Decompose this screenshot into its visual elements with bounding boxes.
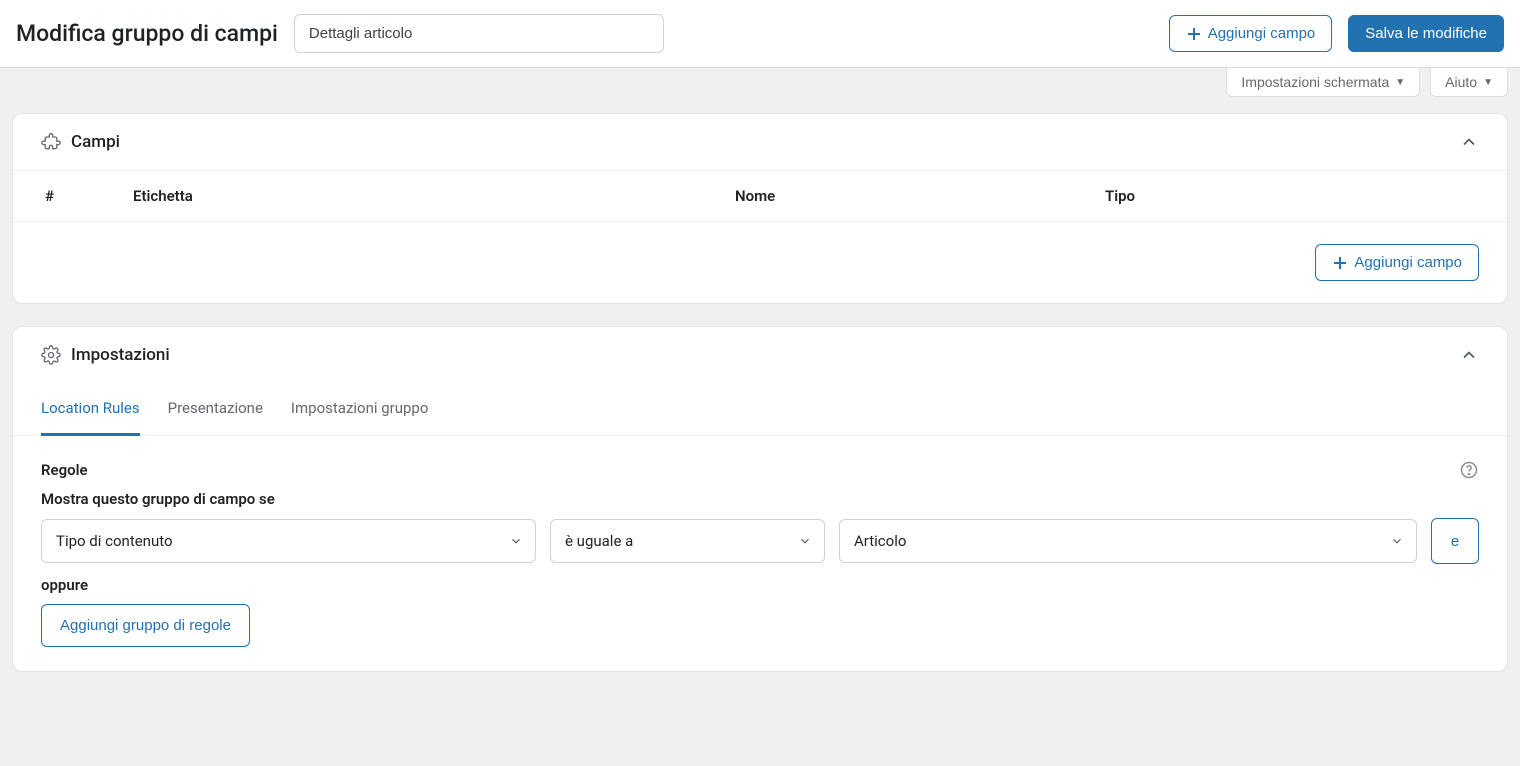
top-bar: Modifica gruppo di campi Aggiungi campo … bbox=[0, 0, 1520, 68]
chevron-down-icon bbox=[509, 534, 523, 548]
add-and-rule-button[interactable]: e bbox=[1431, 518, 1479, 564]
add-field-button-top[interactable]: Aggiungi campo bbox=[1169, 15, 1333, 52]
tab-location-rules[interactable]: Location Rules bbox=[41, 383, 140, 436]
rule-operator-select[interactable]: è uguale a bbox=[550, 519, 825, 563]
chevron-down-icon bbox=[798, 534, 812, 548]
gear-icon bbox=[41, 345, 61, 365]
rule-value-select[interactable]: Articolo bbox=[839, 519, 1417, 563]
settings-panel: Impostazioni Location Rules Presentazion… bbox=[12, 326, 1508, 672]
save-button[interactable]: Salva le modifiche bbox=[1348, 15, 1504, 52]
location-rule-row: Tipo di contenuto è uguale a Articolo e bbox=[41, 518, 1479, 564]
column-name: Nome bbox=[735, 187, 1105, 205]
tab-presentation[interactable]: Presentazione bbox=[168, 383, 263, 436]
help-icon[interactable] bbox=[1459, 460, 1479, 480]
rules-heading: Regole bbox=[41, 461, 88, 479]
rules-subheading: Mostra questo gruppo di campo se bbox=[41, 490, 1479, 508]
chevron-up-icon[interactable] bbox=[1459, 345, 1479, 365]
help-toggle[interactable]: Aiuto ▼ bbox=[1430, 68, 1508, 97]
column-label: Etichetta bbox=[133, 187, 735, 205]
or-label: oppure bbox=[41, 576, 1479, 594]
settings-panel-title: Impostazioni bbox=[71, 345, 170, 365]
fields-panel: Campi # Etichetta Nome Tipo Aggiungi cam… bbox=[12, 113, 1508, 304]
rule-param-select[interactable]: Tipo di contenuto bbox=[41, 519, 536, 563]
screen-meta-row: Impostazioni schermata ▼ Aiuto ▼ bbox=[0, 68, 1520, 97]
table-header: # Etichetta Nome Tipo bbox=[13, 171, 1507, 222]
column-number: # bbox=[45, 187, 133, 205]
screen-options-toggle[interactable]: Impostazioni schermata ▼ bbox=[1226, 68, 1420, 97]
group-title-input[interactable] bbox=[294, 14, 664, 53]
triangle-down-icon: ▼ bbox=[1395, 77, 1405, 88]
fields-table: # Etichetta Nome Tipo bbox=[13, 171, 1507, 222]
add-field-label: Aggiungi campo bbox=[1208, 25, 1316, 42]
add-field-button-bottom[interactable]: Aggiungi campo bbox=[1315, 244, 1479, 281]
tab-group-settings[interactable]: Impostazioni gruppo bbox=[291, 383, 429, 436]
puzzle-icon bbox=[41, 132, 61, 152]
chevron-down-icon bbox=[1390, 534, 1404, 548]
triangle-down-icon: ▼ bbox=[1483, 77, 1493, 88]
settings-tabs: Location Rules Presentazione Impostazion… bbox=[13, 383, 1507, 436]
page-title: Modifica gruppo di campi bbox=[16, 20, 278, 47]
plus-icon bbox=[1332, 255, 1348, 271]
chevron-up-icon[interactable] bbox=[1459, 132, 1479, 152]
plus-icon bbox=[1186, 26, 1202, 42]
add-rule-group-button[interactable]: Aggiungi gruppo di regole bbox=[41, 604, 250, 647]
column-type: Tipo bbox=[1105, 187, 1475, 205]
fields-panel-title: Campi bbox=[71, 132, 120, 152]
